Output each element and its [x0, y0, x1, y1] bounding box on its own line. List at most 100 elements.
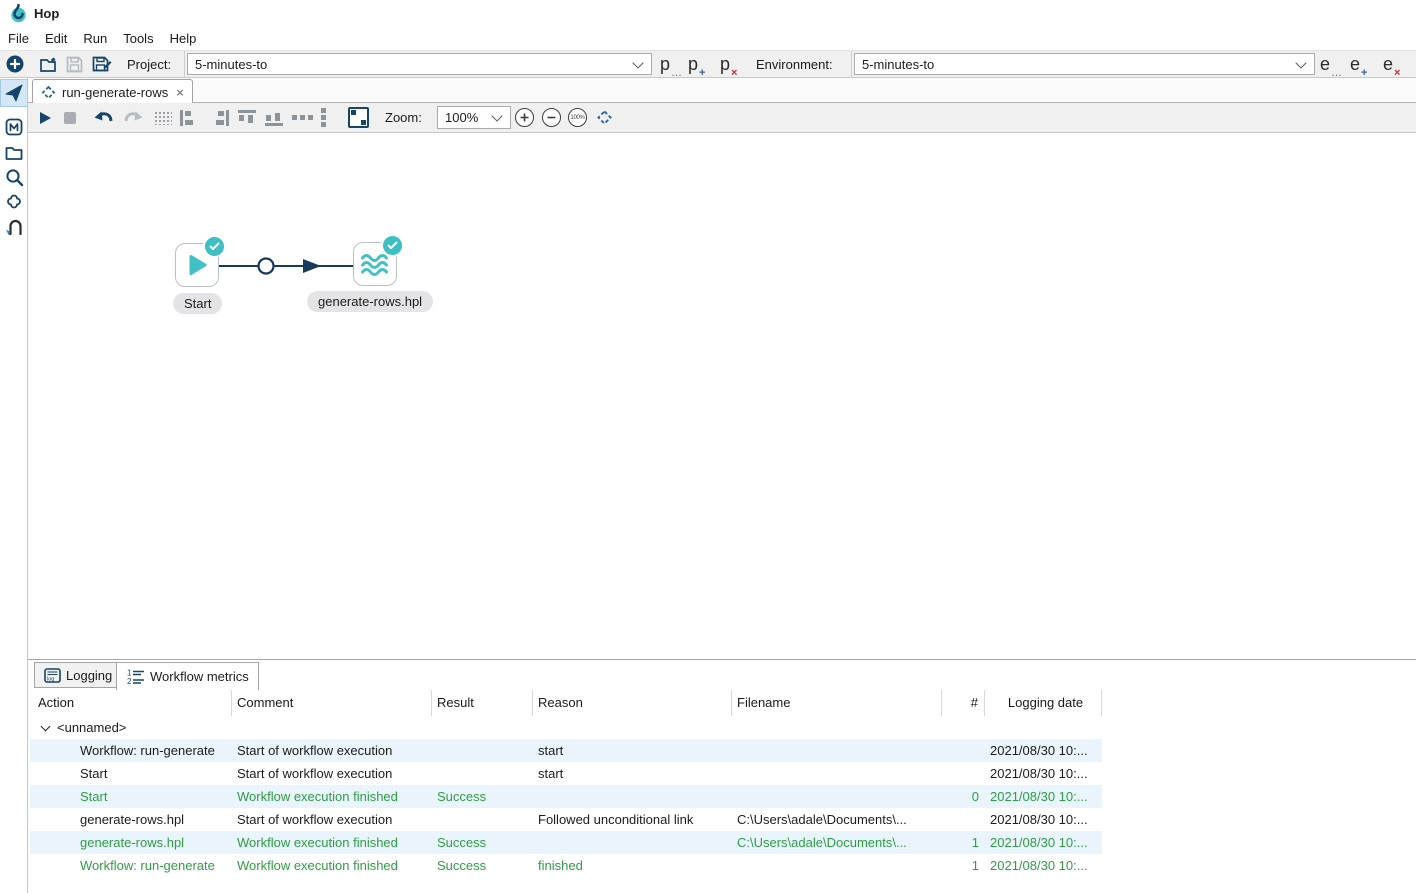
node-label-start[interactable]: Start — [173, 293, 222, 314]
zoom-in-icon — [515, 108, 534, 127]
workflow-canvas[interactable]: Start generate-rows.hpl — [29, 133, 1416, 659]
sidebar-item-neo4j[interactable] — [1, 214, 27, 240]
undo-arrow-icon — [94, 110, 115, 125]
save-as-button[interactable] — [92, 55, 112, 73]
stop-button[interactable] — [64, 103, 76, 132]
tab-workflow-metrics[interactable]: 1 2 Workflow metrics — [116, 662, 259, 690]
distribute-horizontally-button[interactable] — [292, 103, 314, 132]
sidebar-item-plugins[interactable] — [1, 190, 27, 216]
menu-bar: File Edit Run Tools Help — [0, 26, 1416, 50]
start-play-icon — [185, 253, 209, 277]
project-edit-button[interactable]: p … — [660, 52, 681, 78]
open-button[interactable] — [40, 56, 59, 73]
cell-logging-date: 2021/08/30 10:... — [985, 858, 1102, 873]
sidebar-item-file-explorer[interactable] — [1, 140, 27, 166]
zoom-in-button[interactable] — [515, 103, 534, 132]
column-header-reason[interactable]: Reason — [533, 690, 732, 716]
environment-combo[interactable]: 5-minutes-to — [854, 53, 1315, 75]
show-grid-button[interactable] — [154, 103, 172, 132]
cell-count: 1 — [942, 858, 985, 873]
table-row[interactable]: Start Workflow execution finished Succes… — [30, 785, 1102, 808]
paper-plane-icon — [5, 84, 23, 102]
cell-action: Start — [30, 789, 232, 804]
cell-comment: Workflow execution finished — [232, 835, 432, 850]
zoom-combo[interactable]: 100% — [437, 106, 511, 129]
sidebar-item-metadata[interactable] — [1, 114, 27, 140]
save-as-icon — [92, 55, 112, 73]
zoom-out-button[interactable] — [542, 103, 561, 132]
perspective-sidebar — [0, 78, 28, 893]
environment-edit-button[interactable]: e … — [1320, 52, 1341, 78]
save-button[interactable] — [66, 56, 83, 73]
column-header-count[interactable]: # — [942, 690, 985, 716]
cell-logging-date: 2021/08/30 10:... — [985, 789, 1102, 804]
distribute-vertical-icon — [321, 108, 327, 128]
menu-file[interactable]: File — [8, 31, 29, 46]
zoom-label: Zoom: — [385, 104, 422, 131]
cell-logging-date: 2021/08/30 10:... — [985, 835, 1102, 850]
sidebar-item-search[interactable] — [1, 164, 27, 190]
stop-icon — [64, 112, 76, 124]
column-header-comment[interactable]: Comment — [232, 690, 432, 716]
snap-to-grid-button[interactable] — [348, 103, 369, 132]
cell-action: Workflow: run-generate — [30, 858, 232, 873]
table-row[interactable]: generate-rows.hpl Workflow execution fin… — [30, 831, 1102, 854]
zoom-fit-button[interactable] — [596, 103, 613, 132]
e-letter: e — [1350, 52, 1360, 76]
menu-edit[interactable]: Edit — [45, 31, 67, 46]
p-letter: p — [720, 52, 730, 76]
cell-action: Start — [30, 766, 232, 781]
chevron-down-icon — [632, 57, 643, 68]
logging-icon: log — [44, 668, 61, 683]
column-header-logging-date[interactable]: Logging date — [985, 690, 1102, 716]
redo-button[interactable] — [122, 103, 143, 132]
table-header: Action Comment Result Reason Filename # … — [30, 690, 1102, 716]
align-left-button[interactable] — [180, 103, 195, 132]
hop-connection[interactable] — [217, 254, 357, 278]
hop-logo-icon — [9, 4, 28, 23]
redo-arrow-icon — [122, 110, 143, 125]
action-start-node[interactable] — [175, 243, 219, 287]
zoom-reset-button[interactable]: 100% — [568, 103, 587, 132]
tree-root-row[interactable]: <unnamed> — [30, 716, 1102, 739]
menu-help[interactable]: Help — [170, 31, 197, 46]
align-bottom-icon — [265, 110, 283, 126]
cell-reason: start — [533, 743, 732, 758]
cell-result: Success — [432, 835, 533, 850]
cell-action: generate-rows.hpl — [30, 835, 232, 850]
tab-run-generate-rows[interactable]: run-generate-rows × — [32, 79, 193, 104]
sidebar-item-data-orchestration[interactable] — [1, 80, 27, 106]
environment-delete-button[interactable]: e × — [1383, 52, 1399, 78]
align-top-button[interactable] — [238, 103, 256, 132]
column-header-action[interactable]: Action — [30, 690, 232, 716]
distribute-vertically-button[interactable] — [321, 103, 327, 132]
table-row[interactable]: generate-rows.hpl Start of workflow exec… — [30, 808, 1102, 831]
action-pipeline-node[interactable] — [353, 242, 397, 286]
tab-close-icon[interactable]: × — [176, 85, 184, 100]
tab-logging[interactable]: log Logging — [34, 662, 122, 688]
p-letter: p — [660, 52, 670, 76]
project-delete-button[interactable]: p × — [720, 52, 736, 78]
metrics-rows: Workflow: run-generate Start of workflow… — [30, 739, 1102, 877]
cell-reason: Followed unconditional link — [533, 812, 732, 827]
align-right-button[interactable] — [214, 103, 229, 132]
cell-result: Success — [432, 789, 533, 804]
table-row[interactable]: Workflow: run-generate Workflow executio… — [30, 854, 1102, 877]
undo-button[interactable] — [94, 103, 115, 132]
node-label-generate-rows[interactable]: generate-rows.hpl — [307, 291, 433, 312]
table-row[interactable]: Workflow: run-generate Start of workflow… — [30, 739, 1102, 762]
column-header-result[interactable]: Result — [432, 690, 533, 716]
tree-root-label: <unnamed> — [57, 720, 126, 735]
column-header-filename[interactable]: Filename — [732, 690, 942, 716]
project-combo[interactable]: 5-minutes-to — [187, 53, 652, 75]
menu-tools[interactable]: Tools — [123, 31, 153, 46]
table-row[interactable]: Start Start of workflow execution start … — [30, 762, 1102, 785]
window-title: Hop — [34, 6, 59, 21]
open-folder-icon — [40, 56, 59, 73]
new-button[interactable] — [6, 55, 24, 73]
align-bottom-button[interactable] — [265, 103, 283, 132]
run-button[interactable] — [38, 103, 52, 132]
menu-run[interactable]: Run — [83, 31, 107, 46]
project-add-button[interactable]: p + — [688, 52, 704, 78]
environment-add-button[interactable]: e + — [1350, 52, 1366, 78]
